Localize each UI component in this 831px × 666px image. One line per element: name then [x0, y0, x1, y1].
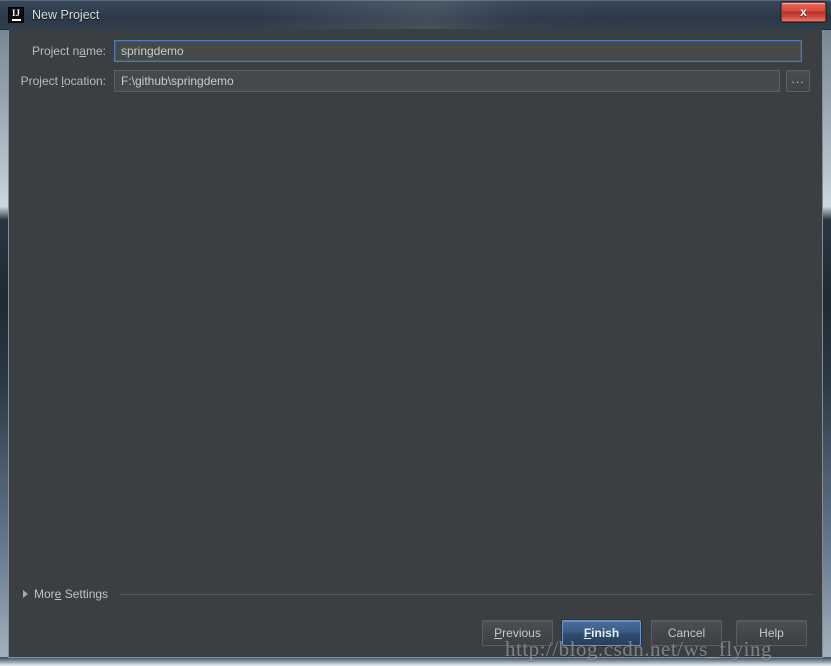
- more-settings-label-before: Mor: [34, 587, 55, 601]
- close-icon: x: [800, 5, 807, 19]
- close-button[interactable]: x: [781, 2, 826, 22]
- window-frame-right: [821, 0, 831, 666]
- project-name-input[interactable]: springdemo: [114, 40, 802, 62]
- project-name-label-after: me:: [85, 44, 106, 58]
- previous-button-label: revious: [502, 626, 541, 640]
- intellij-idea-icon: IJ: [8, 6, 24, 23]
- cancel-button[interactable]: Cancel: [651, 620, 722, 646]
- dialog-button-bar: Previous Finish Cancel Help: [9, 613, 822, 657]
- more-settings-separator: [120, 594, 813, 595]
- more-settings-label: More Settings: [34, 587, 108, 601]
- browse-folder-button[interactable]: ...: [786, 70, 810, 92]
- triangle-right-icon: [23, 590, 28, 598]
- project-name-label-mnemonic: a: [79, 44, 86, 58]
- window-frame-left: [0, 0, 9, 666]
- project-location-label-after: ocation:: [63, 74, 106, 88]
- dialog-content: Project name: springdemo Project locatio…: [9, 29, 822, 657]
- project-location-input[interactable]: F:\github\springdemo: [114, 70, 780, 92]
- app-icon-text: IJ: [11, 7, 20, 18]
- finish-button-mnemonic: F: [583, 626, 592, 640]
- more-settings-label-after: Settings: [61, 587, 109, 601]
- project-location-row: Project location: F:\github\springdemo .…: [9, 70, 810, 92]
- project-name-label: Project name:: [9, 44, 114, 58]
- project-location-label: Project location:: [9, 74, 114, 88]
- app-icon-underbar: [11, 18, 21, 21]
- more-settings-toggle[interactable]: More Settings: [23, 587, 813, 601]
- finish-button-label: inish: [591, 626, 620, 640]
- project-name-row: Project name: springdemo: [9, 40, 802, 62]
- finish-button[interactable]: Finish: [562, 620, 641, 646]
- previous-button-mnemonic: P: [494, 626, 503, 640]
- help-button[interactable]: Help: [736, 620, 807, 646]
- project-location-label-before: Project: [20, 74, 62, 88]
- title-bar[interactable]: IJ New Project x: [0, 0, 831, 30]
- window-title: New Project: [32, 7, 100, 22]
- project-name-label-before: Project n: [31, 44, 80, 58]
- window-frame-bottom: [0, 657, 831, 666]
- title-bar-left: IJ New Project: [8, 0, 99, 29]
- previous-button[interactable]: Previous: [482, 620, 553, 646]
- new-project-dialog: IJ New Project x Project name: springdem…: [0, 0, 831, 666]
